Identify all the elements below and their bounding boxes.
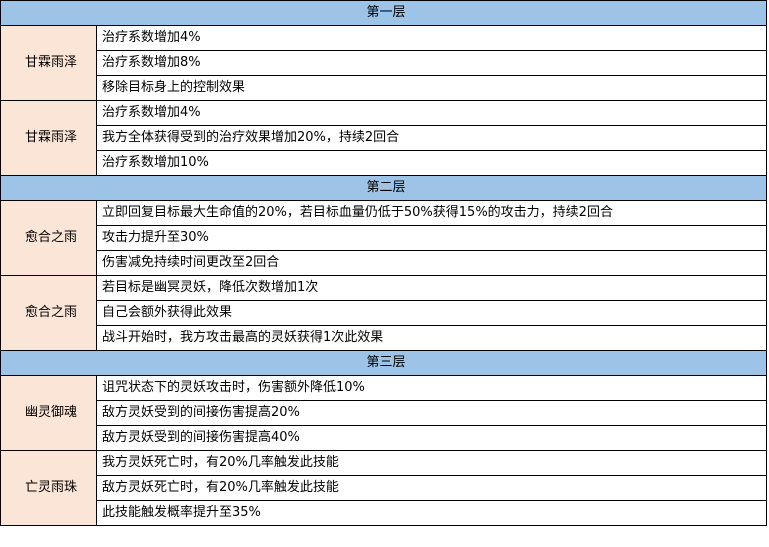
skill-name: 亡灵雨珠 — [0, 450, 97, 526]
skill-effect: 诅咒状态下的灵妖攻击时，伤害额外降低10% — [95, 375, 768, 401]
skill-effect: 立即回复目标最大生命值的20%，若目标血量仍低于50%获得15%的攻击力，持续2… — [95, 200, 768, 226]
skill-effect: 攻击力提升至30% — [95, 225, 768, 251]
skill-effect: 我方灵妖死亡时，有20%几率触发此技能 — [95, 450, 768, 476]
skill-effect: 自己会额外获得此效果 — [95, 300, 768, 326]
skill-effect: 治疗系数增加4% — [95, 25, 768, 51]
table-row: 愈合之雨 若目标是幽冥灵妖，降低次数增加1次 — [0, 275, 768, 351]
skill-effect: 战斗开始时，我方攻击最高的灵妖获得1次此效果 — [95, 325, 768, 351]
skill-effect: 敌方灵妖受到的间接伤害提高20% — [95, 400, 768, 426]
skill-name: 幽灵御魂 — [0, 375, 97, 451]
table-row: 治疗系数增加8% — [1, 50, 768, 76]
table-row: 幽灵御魂 诅咒状态下的灵妖攻击时，伤害额外降低10% — [0, 375, 768, 451]
table-row: 自己会额外获得此效果 — [1, 300, 768, 326]
table-row: 甘霖雨泽 治疗系数增加4% — [0, 100, 768, 176]
skill-name: 愈合之雨 — [0, 275, 97, 351]
skill-effect: 若目标是幽冥灵妖，降低次数增加1次 — [95, 275, 768, 301]
tier-header-row: 第一层 — [0, 0, 768, 26]
table-row: 攻击力提升至30% — [1, 225, 768, 251]
tier-title: 第三层 — [0, 350, 768, 376]
tier-header-row: 第二层 — [0, 175, 768, 201]
skill-effect: 敌方灵妖死亡时，有20%几率触发此技能 — [95, 475, 768, 501]
skill-effect: 此技能触发概率提升至35% — [95, 500, 768, 526]
skill-name: 甘霖雨泽 — [0, 25, 97, 101]
tier-header-row: 第三层 — [0, 350, 768, 376]
table-row: 敌方灵妖受到的间接伤害提高40% — [1, 425, 768, 451]
table-row: 敌方灵妖受到的间接伤害提高20% — [1, 400, 768, 426]
table-row: 此技能触发概率提升至35% — [1, 500, 768, 526]
table-row: 治疗系数增加10% — [1, 150, 768, 176]
table-row: 愈合之雨 立即回复目标最大生命值的20%，若目标血量仍低于50%获得15%的攻击… — [0, 200, 768, 276]
table-row: 亡灵雨珠 我方灵妖死亡时，有20%几率触发此技能 — [0, 450, 768, 526]
skill-effect: 治疗系数增加4% — [95, 100, 768, 126]
skill-effect: 伤害减免持续时间更改至2回合 — [95, 250, 768, 276]
skill-effect: 治疗系数增加8% — [95, 50, 768, 76]
skill-effect: 移除目标身上的控制效果 — [95, 75, 768, 101]
skill-table: 第一层 甘霖雨泽 治疗系数增加4% 治疗系数增加8% 移除目标身上的控制效果 甘… — [0, 0, 768, 526]
table-row: 战斗开始时，我方攻击最高的灵妖获得1次此效果 — [1, 325, 768, 351]
tier-title: 第一层 — [0, 0, 768, 26]
skill-effect: 敌方灵妖受到的间接伤害提高40% — [95, 425, 768, 451]
table-row: 敌方灵妖死亡时，有20%几率触发此技能 — [1, 475, 768, 501]
skill-name: 甘霖雨泽 — [0, 100, 97, 176]
tier-title: 第二层 — [0, 175, 768, 201]
table-row: 伤害减免持续时间更改至2回合 — [1, 250, 768, 276]
table-row: 甘霖雨泽 治疗系数增加4% — [0, 25, 768, 101]
skill-effect: 治疗系数增加10% — [95, 150, 768, 176]
table-row: 移除目标身上的控制效果 — [1, 75, 768, 101]
skill-name: 愈合之雨 — [0, 200, 97, 276]
table-row: 我方全体获得受到的治疗效果增加20%，持续2回合 — [1, 125, 768, 151]
skill-effect: 我方全体获得受到的治疗效果增加20%，持续2回合 — [95, 125, 768, 151]
